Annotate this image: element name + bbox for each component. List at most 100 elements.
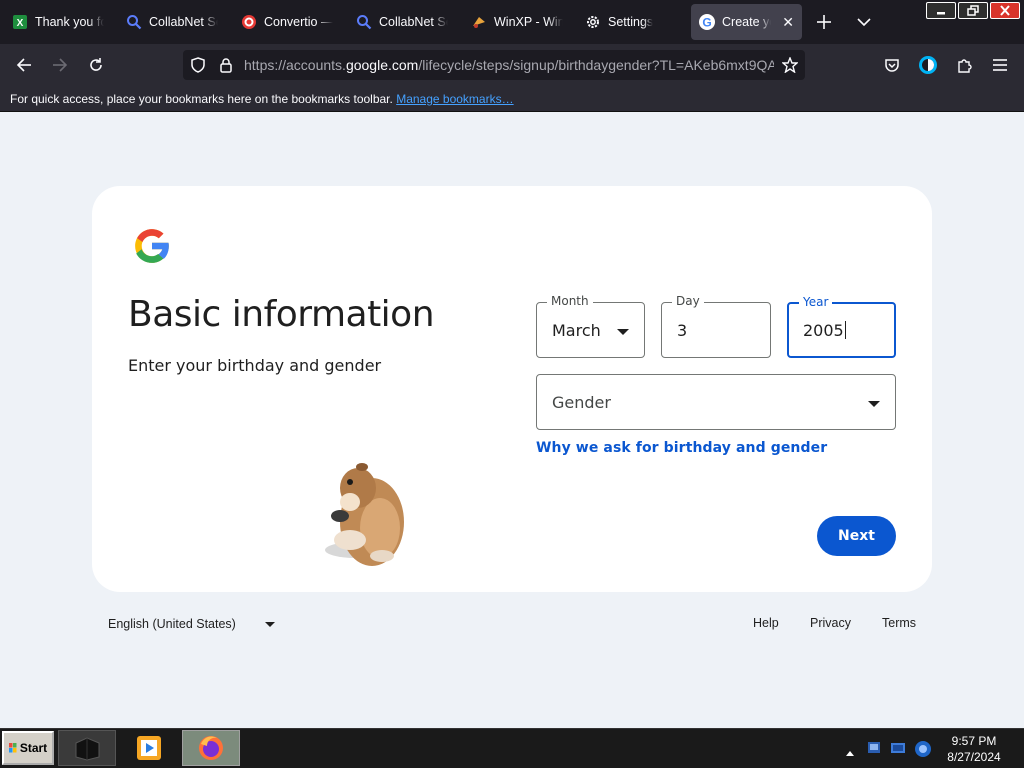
restore-icon (967, 5, 979, 16)
minimize-button[interactable] (926, 2, 956, 19)
firefox-icon (199, 736, 223, 760)
taskbar-app-firefox[interactable] (182, 730, 240, 766)
pocket-button[interactable] (880, 53, 904, 77)
plus-icon (817, 15, 831, 29)
day-field[interactable]: Day 3 (661, 294, 771, 358)
spreadsheet-favicon-icon: X (12, 14, 28, 30)
dropdown-arrow-icon (617, 329, 629, 335)
google-logo-icon (130, 224, 174, 268)
tray-volume-icon[interactable] (914, 740, 932, 763)
why-birthday-gender-link[interactable]: Why we ask for birthday and gender (536, 440, 827, 456)
close-icon (1000, 5, 1010, 16)
tab-winxp[interactable]: WinXP - Wind (463, 4, 571, 40)
tab-label: Settings (608, 15, 654, 29)
year-input: 2005 (803, 321, 846, 340)
page-title: Basic information (128, 294, 435, 335)
tab-label: CollabNet Se (379, 15, 448, 29)
gear-icon (585, 14, 601, 30)
hamster-illustration (310, 458, 420, 570)
tray-time: 9:57 PM (951, 734, 997, 748)
bookmarks-toolbar: For quick access, place your bookmarks h… (0, 86, 1024, 112)
url-prefix: https://accounts. (244, 57, 346, 73)
puzzle-icon (958, 59, 972, 73)
minimize-icon (937, 11, 945, 14)
tray-expand-icon[interactable] (845, 744, 855, 762)
magnifier-favicon-icon (356, 14, 372, 30)
year-value: 2005 (803, 321, 844, 340)
restore-button[interactable] (958, 2, 988, 19)
taskbar-app-media[interactable] (120, 730, 178, 766)
chevron-down-icon (857, 18, 871, 27)
new-tab-button[interactable] (812, 10, 836, 34)
tab-convertio[interactable]: Convertio — (233, 4, 341, 40)
tab-thank-you[interactable]: X Thank you for (4, 4, 112, 40)
dropdown-arrow-icon (868, 401, 880, 407)
language-selector[interactable]: English (United States) (108, 617, 236, 631)
forward-button[interactable] (48, 53, 72, 77)
month-value: March (552, 321, 601, 340)
day-label: Day (672, 294, 704, 308)
back-button[interactable] (12, 53, 36, 77)
url-domain: google.com (345, 57, 419, 73)
manage-bookmarks-link[interactable]: Manage bookmarks… (396, 92, 513, 106)
arrow-left-icon (16, 58, 31, 72)
account-avatar-icon (919, 56, 937, 74)
tray-date: 8/27/2024 (947, 750, 1001, 764)
page-subtitle: Enter your birthday and gender (128, 356, 382, 375)
terminal-app-icon (75, 737, 100, 761)
bookmark-star-button[interactable] (778, 53, 802, 77)
url-path: /lifecycle/steps/signup/birthdaygender?T… (418, 57, 774, 73)
start-flag-icon (8, 743, 17, 753)
tab-collabnet-1[interactable]: CollabNet Se (118, 4, 226, 40)
start-button[interactable]: Start (2, 731, 54, 765)
month-select[interactable]: Month March (536, 294, 645, 358)
bookmarks-hint: For quick access, place your bookmarks h… (10, 92, 393, 106)
google-favicon-icon: G (699, 14, 715, 30)
reload-icon (90, 58, 102, 71)
list-all-tabs-button[interactable] (852, 10, 876, 34)
magnifier-favicon-icon (126, 14, 142, 30)
taskbar-app-terminal[interactable] (58, 730, 116, 766)
tab-label: Convertio — (264, 15, 333, 29)
gender-select[interactable]: Gender (536, 374, 896, 430)
tab-create-account[interactable]: G Create your ✕ (691, 4, 802, 40)
svg-text:G: G (702, 16, 711, 30)
tab-settings[interactable]: Settings (577, 4, 685, 40)
year-label: Year (799, 295, 833, 309)
terms-link[interactable]: Terms (882, 616, 916, 630)
tab-label: Create your (722, 15, 771, 29)
tab-collabnet-2[interactable]: CollabNet Se (348, 4, 456, 40)
winxp-favicon-icon (471, 14, 487, 30)
pocket-icon (885, 59, 899, 72)
tray-network-icon[interactable] (866, 740, 882, 761)
year-field[interactable]: Year 2005 (787, 295, 896, 358)
url-text[interactable]: https://accounts.google.com/lifecycle/st… (244, 57, 774, 73)
close-window-button[interactable] (990, 2, 1020, 19)
star-icon (782, 57, 798, 73)
language-dropdown-arrow-icon[interactable] (265, 622, 275, 627)
arrow-right-icon (53, 58, 68, 72)
privacy-link[interactable]: Privacy (810, 616, 851, 630)
start-label: Start (19, 741, 48, 755)
tracking-protection-icon[interactable] (186, 53, 210, 77)
reload-button[interactable] (84, 53, 108, 77)
account-button[interactable] (916, 53, 940, 77)
tab-close-icon[interactable]: ✕ (782, 14, 794, 31)
next-button[interactable]: Next (817, 516, 896, 556)
convertio-favicon-icon (241, 14, 257, 30)
month-label: Month (547, 294, 593, 308)
tray-clock[interactable]: 9:57 PM 8/27/2024 (944, 733, 1004, 765)
svg-text:X: X (17, 18, 24, 29)
tab-label: WinXP - Wind (494, 15, 563, 29)
media-player-icon (137, 736, 161, 760)
tray-display-icon[interactable] (890, 740, 906, 761)
day-value: 3 (677, 321, 688, 340)
tab-label: Thank you for (35, 15, 104, 29)
menu-button[interactable] (988, 53, 1012, 77)
extensions-button[interactable] (952, 53, 976, 77)
help-link[interactable]: Help (753, 616, 779, 630)
text-cursor (844, 321, 846, 339)
lock-icon[interactable] (214, 53, 238, 77)
gender-placeholder: Gender (552, 393, 611, 412)
tab-label: CollabNet Se (149, 15, 218, 29)
